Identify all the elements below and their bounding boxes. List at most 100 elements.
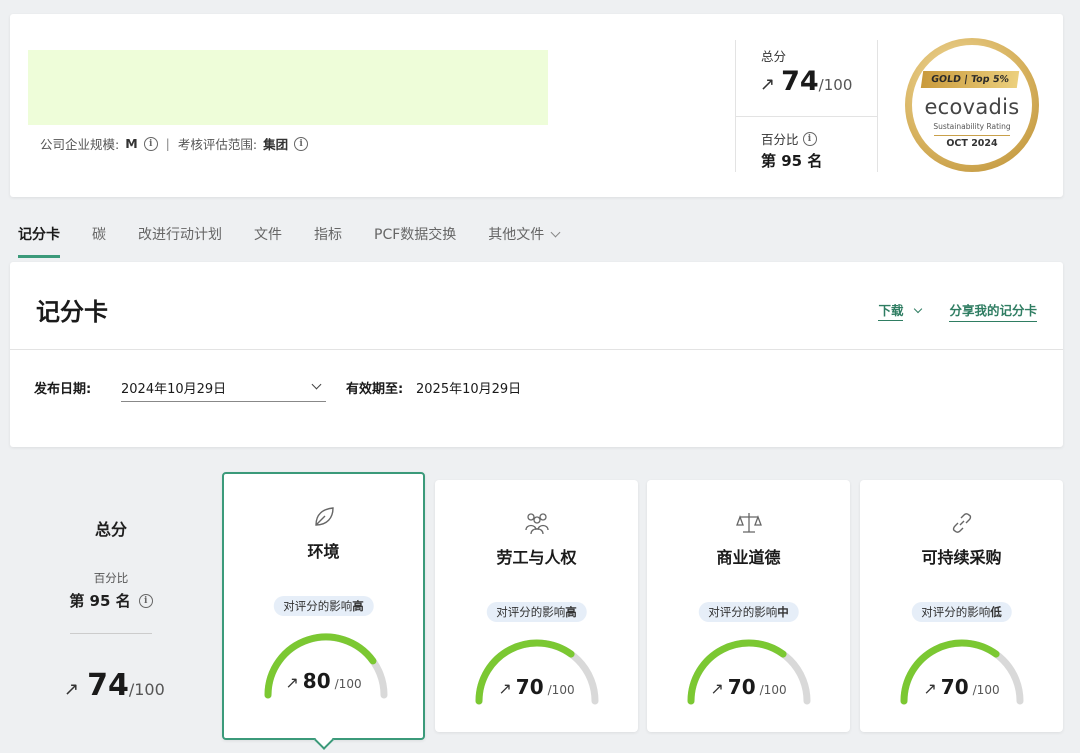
impact-level: 低 <box>990 605 1002 619</box>
scorecard-actions: 下载 分享我的记分卡 <box>878 300 1037 322</box>
impact-level: 高 <box>352 599 364 613</box>
publish-date-value: 2024年10月29日 <box>121 382 227 397</box>
company-name-redacted <box>28 50 548 125</box>
impact-badge: 对评分的影响中 <box>698 602 799 622</box>
link-icon <box>860 510 1063 540</box>
trend-arrow-icon: ↗ <box>498 679 512 698</box>
theme-score: ↗ 70/100 <box>647 675 850 699</box>
valid-until-value: 2025年10月29日 <box>416 382 522 397</box>
publish-date-select[interactable]: 2024年10月29日 <box>121 374 326 402</box>
summary-score-value: 74 <box>87 668 129 703</box>
rank-value: 第 95 名 <box>761 152 823 170</box>
theme-card-sustainable-procurement[interactable]: 可持续采购 对评分的影响低 ↗ 70/100 <box>860 480 1063 732</box>
scorecard-card: 记分卡 下载 分享我的记分卡 发布日期: 2024年10月29日 有效期至: 2… <box>10 262 1063 447</box>
percentile-label: 百分比 i <box>761 129 817 148</box>
trend-arrow-icon: ↗ <box>710 679 724 698</box>
trend-arrow-icon: ↗ <box>64 679 80 700</box>
info-icon[interactable]: i <box>138 593 153 608</box>
scope-label: 考核评估范围: <box>177 137 258 152</box>
leaf-icon <box>224 504 423 534</box>
company-size-label: 公司企业规模: <box>40 137 120 152</box>
tab-documents[interactable]: 文件 <box>254 224 282 252</box>
ecovadis-gold-medal: GOLD | Top 5% ecovadis Sustainability Ra… <box>905 38 1039 172</box>
people-icon <box>435 510 638 540</box>
publish-date-label: 发布日期: <box>34 382 92 397</box>
theme-name: 环境 <box>307 542 340 561</box>
info-icon[interactable]: i <box>294 136 309 151</box>
impact-prefix: 对评分的影响 <box>921 605 991 619</box>
overall-score-value: 74 <box>781 66 819 97</box>
theme-score-value: 70 <box>515 675 544 699</box>
overall-score-label: 总分 <box>761 49 787 64</box>
medal-brand: ecovadis <box>924 95 1020 119</box>
impact-badge: 对评分的影响高 <box>486 602 587 622</box>
theme-score-value: 70 <box>727 675 756 699</box>
tab-other-documents-label: 其他文件 <box>488 227 545 243</box>
tab-metrics[interactable]: 指标 <box>314 224 342 252</box>
scope-value: 集团 <box>263 137 289 152</box>
page-title: 记分卡 <box>36 298 108 326</box>
selected-pointer <box>313 730 334 750</box>
chevron-down-icon <box>914 304 923 314</box>
impact-badge: 对评分的影响高 <box>273 596 374 616</box>
impact-prefix: 对评分的影响 <box>708 605 778 619</box>
company-header-card: 公司企业规模: M i | 考核评估范围: 集团 i 总分 ↗ 74/100 百… <box>10 14 1063 197</box>
summary-title: 总分 <box>94 520 127 539</box>
theme-name: 劳工与人权 <box>496 548 577 567</box>
meta-separator: | <box>165 136 170 151</box>
impact-prefix: 对评分的影响 <box>496 605 566 619</box>
summary-percentile-label: 百分比 <box>93 571 129 585</box>
theme-name: 可持续采购 <box>921 548 1002 567</box>
tab-carbon[interactable]: 碳 <box>92 224 106 252</box>
overall-score: ↗ 74/100 <box>760 66 852 97</box>
theme-card-labor-human-rights[interactable]: 劳工与人权 对评分的影响高 ↗ 70/100 <box>435 480 638 732</box>
divider <box>70 633 152 634</box>
theme-score-max: /100 <box>547 683 575 697</box>
theme-score-value: 80 <box>302 669 331 693</box>
tab-pcf-exchange[interactable]: PCF数据交换 <box>374 224 456 252</box>
theme-score-max: /100 <box>972 683 1000 697</box>
medal-date: OCT 2024 <box>934 135 1010 149</box>
summary-score: ↗ 74/100 <box>64 668 165 703</box>
info-icon[interactable]: i <box>143 136 158 151</box>
chevron-down-icon <box>550 227 561 238</box>
tab-action-plan[interactable]: 改进行动计划 <box>138 224 222 252</box>
summary-rank: 第 95 名 i <box>0 590 222 611</box>
tab-other-documents[interactable]: 其他文件 <box>488 224 561 252</box>
medal-subtitle: Sustainability Rating <box>933 122 1011 131</box>
theme-name: 商业道德 <box>716 548 781 567</box>
summary-score-max: /100 <box>128 680 165 699</box>
impact-prefix: 对评分的影响 <box>283 599 353 613</box>
impact-level: 中 <box>777 605 789 619</box>
summary-rank-value: 第 95 名 <box>69 592 131 610</box>
tab-bar: 记分卡 碳 改进行动计划 文件 指标 PCF数据交换 其他文件 <box>18 224 591 258</box>
theme-score-value: 70 <box>940 675 969 699</box>
theme-score-max: /100 <box>759 683 787 697</box>
overall-score-panel: 总分 ↗ 74/100 百分比 i 第 95 名 <box>735 40 878 172</box>
theme-score: ↗ 70/100 <box>435 675 638 699</box>
trend-arrow-icon: ↗ <box>760 74 776 95</box>
medal-ribbon: GOLD | Top 5% <box>920 71 1020 88</box>
theme-score: ↗ 80/100 <box>224 669 423 693</box>
overall-score-max: /100 <box>818 76 853 94</box>
download-label: 下载 <box>878 303 904 321</box>
theme-card-business-ethics[interactable]: 商业道德 对评分的影响中 ↗ 70/100 <box>647 480 850 732</box>
tab-scorecard[interactable]: 记分卡 <box>18 224 60 258</box>
info-icon[interactable]: i <box>802 131 817 146</box>
company-meta: 公司企业规模: M i | 考核评估范围: 集团 i <box>40 134 309 153</box>
download-button[interactable]: 下载 <box>878 300 923 322</box>
theme-score: ↗ 70/100 <box>860 675 1063 699</box>
divider <box>736 116 877 117</box>
impact-badge: 对评分的影响低 <box>911 602 1012 622</box>
chevron-down-icon <box>311 379 322 390</box>
share-scorecard-link[interactable]: 分享我的记分卡 <box>949 300 1037 322</box>
impact-level: 高 <box>565 605 577 619</box>
valid-until-label: 有效期至: <box>346 382 404 397</box>
percentile-text: 百分比 <box>761 132 799 147</box>
divider <box>10 349 1063 350</box>
scales-icon <box>647 510 850 540</box>
trend-arrow-icon: ↗ <box>923 679 937 698</box>
theme-score-max: /100 <box>334 677 362 691</box>
theme-card-environment[interactable]: 环境 对评分的影响高 ↗ 80/100 <box>222 472 425 750</box>
company-size-value: M <box>125 136 138 151</box>
